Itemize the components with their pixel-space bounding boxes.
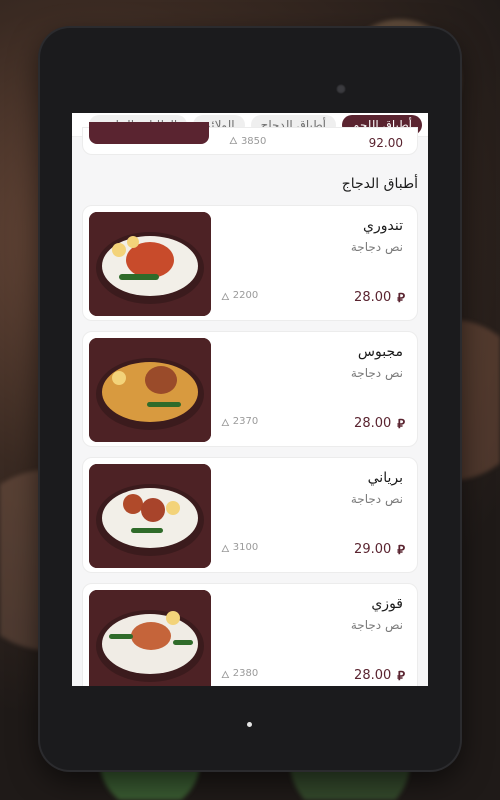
flame-icon: 🜂: [221, 292, 230, 303]
dish-description: نص دجاجة: [350, 618, 403, 632]
ouzi-photo: [89, 590, 211, 686]
list-item[interactable]: تندوري نص دجاجة 28.00 ⃁ 🜂 2200: [82, 205, 418, 321]
riyal-icon: ⃁: [397, 417, 405, 432]
home-indicator: [247, 722, 252, 727]
section-title: أطباق الدجاج: [341, 176, 418, 192]
dish-description: نص دجاجة: [350, 240, 403, 254]
list-item[interactable]: 92.00 🜂 3850: [82, 122, 418, 155]
camera-icon: [336, 84, 346, 94]
dish-photo: [89, 464, 211, 568]
calories: 🜂 2370: [221, 411, 258, 432]
calories: 🜂 2200: [221, 285, 258, 306]
flame-icon: 🜂: [229, 136, 238, 147]
price: 28.00 ⃁: [354, 668, 405, 684]
dish-description: نص دجاجة: [350, 492, 403, 506]
flame-icon: 🜂: [221, 418, 230, 429]
dish-photo: [89, 122, 209, 144]
price: 28.00 ⃁: [354, 416, 405, 432]
dish-name: مجبوس: [357, 344, 403, 360]
riyal-icon: ⃁: [397, 543, 405, 558]
dish-name: قوزي: [371, 596, 403, 612]
flame-icon: 🜂: [221, 670, 230, 681]
majboos-photo: [89, 338, 211, 442]
calories: 🜂 2380: [221, 663, 258, 684]
dish-photo: [89, 590, 211, 686]
calories: 🜂 3850: [229, 136, 267, 147]
dish-description: نص دجاجة: [350, 366, 403, 380]
riyal-icon: ⃁: [397, 669, 405, 684]
list-item[interactable]: مجبوس نص دجاجة 28.00 ⃁ 🜂 2370: [82, 331, 418, 447]
flame-icon: 🜂: [221, 544, 230, 555]
tandoori-photo: [89, 212, 211, 316]
calories: 🜂 3100: [221, 537, 258, 558]
dish-name: برياني: [367, 470, 403, 486]
riyal-icon: ⃁: [397, 291, 405, 306]
dish-photo: [89, 338, 211, 442]
price: 28.00 ⃁: [354, 290, 405, 306]
biryani-photo: [89, 464, 211, 568]
dish-name: تندوري: [363, 218, 403, 234]
price: 29.00 ⃁: [354, 542, 405, 558]
dish-photo: [89, 212, 211, 316]
price: 92.00: [368, 136, 403, 150]
app-screen: أطباق اللحم أطباق الدجاج الولائم الطلبات…: [72, 113, 428, 686]
list-item[interactable]: برياني نص دجاجة 29.00 ⃁ 🜂 3100: [82, 457, 418, 573]
list-item[interactable]: قوزي نص دجاجة 28.00 ⃁ 🜂 2380: [82, 583, 418, 686]
